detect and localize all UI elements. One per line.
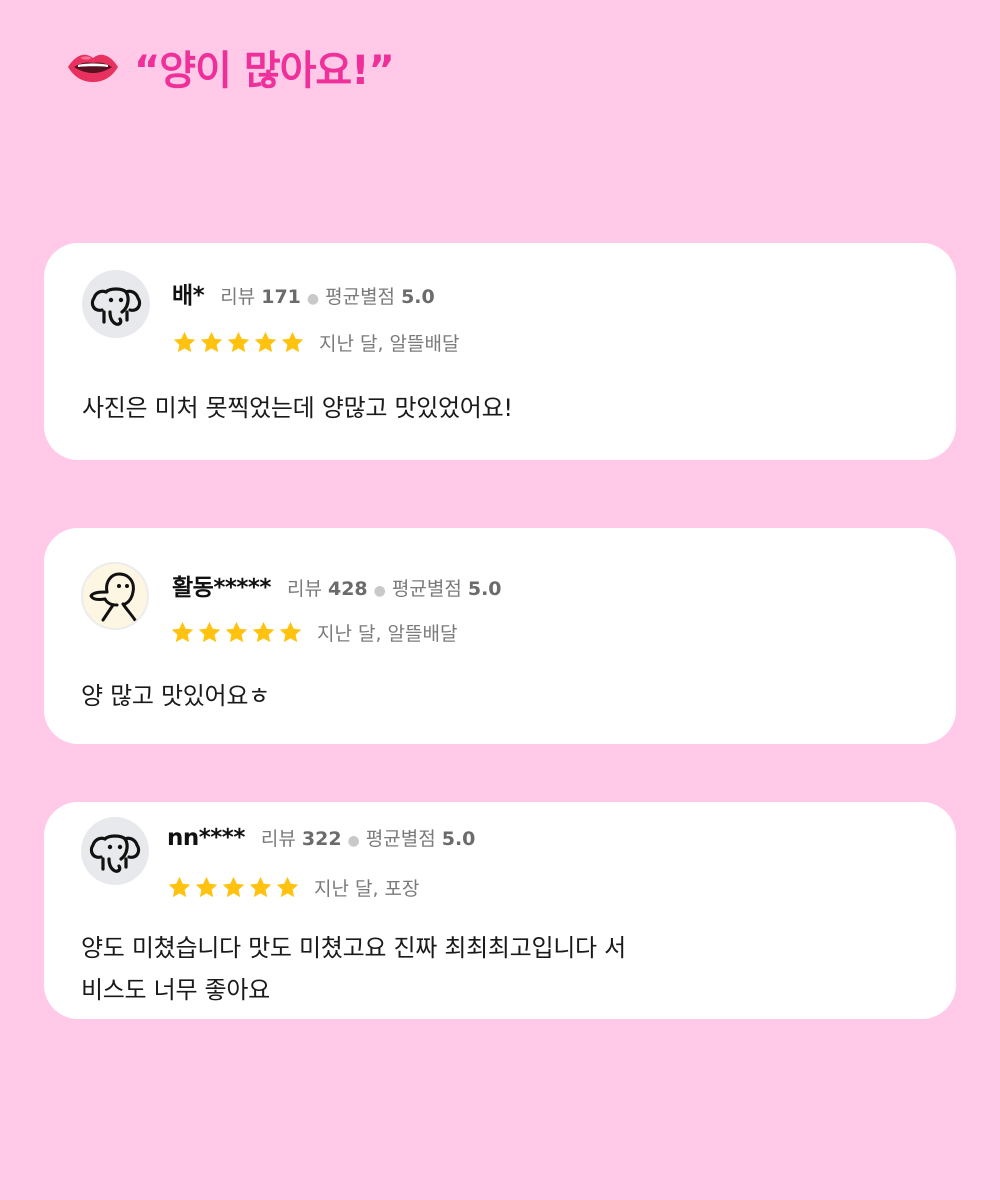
headline-text: “양이 많아요!” bbox=[134, 48, 395, 94]
review-card: 배* 리뷰 171 ● 평균별점 5.0 지난 달, 알뜰배달 사진은 미처 못… bbox=[44, 243, 956, 460]
star-icon bbox=[254, 331, 277, 353]
reviewer-meta: 배* 리뷰 171 ● 평균별점 5.0 bbox=[172, 276, 435, 310]
star-icon bbox=[252, 621, 275, 643]
review-date-order-type: 지난 달, 알뜰배달 bbox=[317, 623, 458, 645]
star-rating bbox=[170, 620, 303, 645]
lips-icon bbox=[68, 54, 118, 82]
review-date-order-type: 지난 달, 알뜰배달 bbox=[319, 333, 460, 355]
headline: “양이 많아요!” bbox=[66, 38, 395, 96]
star-icon bbox=[173, 331, 196, 353]
review-text-line: 양도 미쳤습니다 맛도 미쳤고요 진짜 최최최고입니다 서 bbox=[81, 934, 626, 962]
review-card: nn**** 리뷰 322 ● 평균별점 5.0 지난 달, 포장 양도 미쳤습… bbox=[44, 802, 956, 1019]
reviewer-nickname[interactable]: 배* bbox=[172, 276, 205, 310]
review-count: 리뷰 322 bbox=[260, 828, 342, 850]
star-icon bbox=[279, 621, 302, 643]
star-icon bbox=[276, 876, 299, 898]
rating-line: 지난 달, 알뜰배달 bbox=[170, 619, 457, 646]
review-text-line: 양 많고 맛있어요ㅎ bbox=[81, 682, 270, 710]
review-card: 활동***** 리뷰 428 ● 평균별점 5.0 지난 달, 알뜰배달 양 많… bbox=[44, 528, 956, 744]
star-icon bbox=[200, 331, 223, 353]
review-text-line: 비스도 너무 좋아요 bbox=[81, 976, 270, 1004]
separator-dot: ● bbox=[306, 291, 320, 307]
review-count: 리뷰 428 bbox=[286, 578, 368, 600]
star-icon bbox=[225, 621, 248, 643]
reviewer-nickname[interactable]: nn**** bbox=[167, 825, 245, 851]
star-icon bbox=[168, 876, 191, 898]
character-avatar-icon[interactable] bbox=[81, 562, 149, 630]
review-date-order-type: 지난 달, 포장 bbox=[314, 878, 420, 900]
star-rating bbox=[167, 875, 300, 900]
star-icon bbox=[198, 621, 221, 643]
review-text: 양 많고 맛있어요ㅎ bbox=[81, 675, 270, 717]
review-text: 양도 미쳤습니다 맛도 미쳤고요 진짜 최최최고입니다 서 비스도 너무 좋아요 bbox=[81, 927, 626, 1011]
reviewer-nickname[interactable]: 활동***** bbox=[172, 568, 271, 602]
star-icon bbox=[281, 331, 304, 353]
reviewer-meta: 활동***** 리뷰 428 ● 평균별점 5.0 bbox=[172, 568, 502, 602]
review-text: 사진은 미처 못찍었는데 양많고 맛있었어요! bbox=[82, 387, 513, 429]
reviewer-meta: nn**** 리뷰 322 ● 평균별점 5.0 bbox=[167, 824, 475, 851]
average-rating: 평균별점 5.0 bbox=[365, 828, 476, 850]
separator-dot: ● bbox=[373, 583, 386, 599]
star-icon bbox=[249, 876, 272, 898]
rating-line: 지난 달, 알뜰배달 bbox=[172, 329, 459, 356]
average-rating: 평균별점 5.0 bbox=[325, 286, 435, 308]
star-rating bbox=[172, 330, 305, 355]
star-icon bbox=[227, 331, 250, 353]
average-rating: 평균별점 5.0 bbox=[391, 578, 502, 600]
elephant-avatar-icon[interactable] bbox=[81, 817, 149, 885]
separator-dot: ● bbox=[347, 833, 360, 849]
elephant-avatar-icon[interactable] bbox=[82, 270, 150, 338]
star-icon bbox=[222, 876, 245, 898]
star-icon bbox=[171, 621, 194, 643]
star-icon bbox=[195, 876, 218, 898]
rating-line: 지난 달, 포장 bbox=[167, 874, 420, 901]
review-count: 리뷰 171 bbox=[220, 286, 301, 308]
review-text-line: 사진은 미처 못찍었는데 양많고 맛있었어요! bbox=[82, 394, 513, 422]
